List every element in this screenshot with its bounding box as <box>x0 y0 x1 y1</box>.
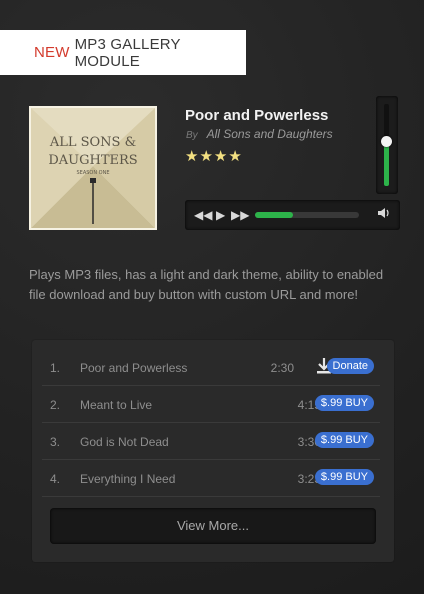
rewind-icon[interactable]: ◀◀ <box>194 207 212 223</box>
album-line1: ALL SONS & <box>49 135 136 150</box>
buy-button[interactable]: $.99 BUY <box>314 432 374 448</box>
buy-button[interactable]: $.99 BUY <box>314 469 374 485</box>
artist-line: By All Sons and Daughters <box>186 127 333 141</box>
track-number: 1. <box>50 361 61 375</box>
playlist-row[interactable]: 2. Meant to Live 4:15 $.99 BUY <box>42 386 380 423</box>
track-duration: 2:30 <box>270 361 294 375</box>
progress-bar[interactable] <box>255 212 359 218</box>
album-art-image: ALL SONS & DAUGHTERS SEASON ONE <box>31 108 155 228</box>
volume-knob[interactable] <box>381 135 392 147</box>
track-name[interactable]: Everything I Need <box>80 472 175 486</box>
album-line2: DAUGHTERS <box>48 153 137 168</box>
volume-icon[interactable] <box>377 206 391 224</box>
volume-fill <box>384 140 389 186</box>
playlist: 1. Poor and Powerless 2:30 Donate 2. Mea… <box>32 340 394 562</box>
track-number: 3. <box>50 435 61 449</box>
by-label: By <box>186 130 198 141</box>
donate-button[interactable]: Donate <box>326 358 374 374</box>
track-name[interactable]: Meant to Live <box>80 398 152 412</box>
playlist-row[interactable]: 4. Everything I Need 3:23 $.99 BUY <box>42 460 380 497</box>
track-number: 4. <box>50 472 61 486</box>
track-name[interactable]: Poor and Powerless <box>80 361 187 375</box>
album-line3: SEASON ONE <box>76 170 109 176</box>
header-banner: NEW MP3 GALLERY MODULE <box>0 30 246 75</box>
track-name[interactable]: God is Not Dead <box>80 435 169 449</box>
artist-name: All Sons and Daughters <box>206 127 333 141</box>
playlist-row[interactable]: 1. Poor and Powerless 2:30 Donate <box>42 349 380 386</box>
new-label: NEW <box>34 44 70 61</box>
playlist-row[interactable]: 3. God is Not Dead 3:30 $.99 BUY <box>42 423 380 460</box>
volume-slider[interactable] <box>376 96 398 194</box>
player: ALL SONS & DAUGHTERS SEASON ONE Poor and… <box>29 96 400 236</box>
view-more-button[interactable]: View More... <box>50 508 376 544</box>
album-art: ALL SONS & DAUGHTERS SEASON ONE <box>29 106 157 230</box>
buy-button[interactable]: $.99 BUY <box>314 395 374 411</box>
controls-bar: ◀◀ ▶ ▶▶ <box>185 200 400 230</box>
header-title: MP3 GALLERY MODULE <box>74 35 181 70</box>
star-rating[interactable]: ★★★★ <box>185 147 243 165</box>
description: Plays MP3 files, has a light and dark th… <box>29 267 384 302</box>
progress-fill <box>255 212 294 218</box>
track-number: 2. <box>50 398 61 412</box>
fast-forward-icon[interactable]: ▶▶ <box>231 207 249 223</box>
track-title: Poor and Powerless <box>185 107 329 124</box>
play-icon[interactable]: ▶ <box>216 207 225 223</box>
